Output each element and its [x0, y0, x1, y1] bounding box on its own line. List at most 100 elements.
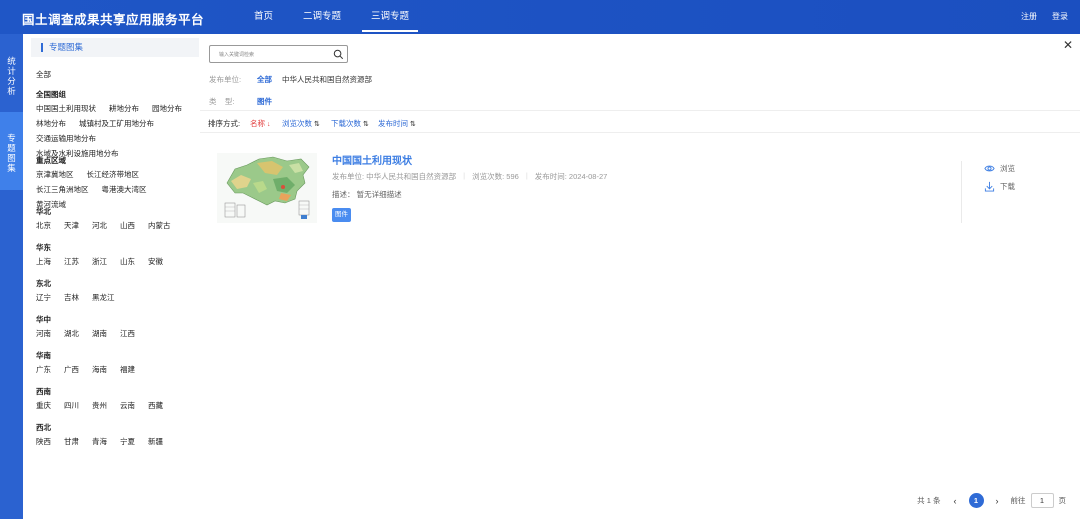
chevron-right-icon[interactable]: › — [996, 496, 999, 506]
chevron-left-icon[interactable]: ‹ — [954, 496, 957, 506]
result-publisher: 发布单位: 中华人民共和国自然资源部 — [332, 172, 457, 181]
list-item[interactable]: 河南 — [36, 326, 51, 341]
group-east: 华东 上海 江苏 浙江 山东 安徽 — [36, 242, 201, 269]
nav-home[interactable]: 首页 — [245, 0, 282, 34]
list-item[interactable]: 四川 — [64, 398, 79, 413]
sort-downloads-label: 下载次数 — [331, 119, 361, 128]
list-item[interactable]: 江西 — [120, 326, 135, 341]
list-item[interactable]: 湖北 — [64, 326, 79, 341]
group-title: 华东 — [36, 243, 51, 252]
map-thumbnail[interactable] — [217, 153, 317, 223]
list-item[interactable]: 长江三角洲地区 — [36, 182, 89, 197]
list-item[interactable]: 城镇村及工矿用地分布 — [79, 116, 154, 131]
list-item[interactable]: 黑龙江 — [92, 290, 115, 305]
result-description: 描述： 暂无详细描述 — [332, 190, 402, 199]
list-item[interactable]: 新疆 — [148, 434, 163, 449]
sort-time-label: 发布时间 — [378, 119, 408, 128]
main-content: ✕ 输入关键词检索 发布单位: 全部 中华人民共和国自然资源部 类 型: 图件 … — [200, 34, 1080, 519]
list-item[interactable]: 京津冀地区 — [36, 167, 74, 182]
list-item[interactable]: 广东 — [36, 362, 51, 377]
list-item[interactable]: 重庆 — [36, 398, 51, 413]
pagination: 共 1 条 ‹ 1 › 前往 1 页 — [917, 493, 1066, 508]
auth-links: 注册 登录 — [1021, 0, 1068, 34]
list-item[interactable]: 上海 — [36, 254, 51, 269]
list-item[interactable]: 云南 — [120, 398, 135, 413]
meta-divider: | — [525, 171, 528, 180]
list-item[interactable]: 湖南 — [92, 326, 107, 341]
publisher-option-mnr[interactable]: 中华人民共和国自然资源部 — [282, 74, 372, 85]
download-label: 下载 — [1000, 182, 1015, 191]
sidebar-item-all[interactable]: 全部 — [36, 69, 51, 80]
publisher-filter-label: 发布单位: — [209, 75, 242, 84]
sort-by-downloads[interactable]: 下载次数 ⇅ — [331, 118, 369, 129]
list-item[interactable]: 安徽 — [148, 254, 163, 269]
sort-name-label: 名称 — [250, 119, 265, 128]
group-title: 西北 — [36, 423, 51, 432]
nav-second-survey[interactable]: 二调专题 — [294, 0, 350, 34]
main-nav: 首页 二调专题 三调专题 — [245, 0, 430, 34]
list-item[interactable]: 辽宁 — [36, 290, 51, 305]
sort-views-label: 浏览次数 — [282, 119, 312, 128]
list-item[interactable]: 海南 — [92, 362, 107, 377]
sidebar-title-bar: 专题图集 — [31, 38, 199, 57]
card-divider — [961, 161, 962, 223]
rail-tab-atlas[interactable]: 专题图集 — [0, 112, 23, 190]
page-number-current[interactable]: 1 — [968, 493, 984, 508]
list-item[interactable]: 林地分布 — [36, 116, 66, 131]
group-southwest: 西南 重庆 四川 贵州 云南 西藏 — [36, 386, 201, 413]
goto-label: 前往 — [1010, 496, 1026, 505]
result-meta: 发布单位: 中华人民共和国自然资源部 | 浏览次数: 596 | 发布时间: 2… — [332, 171, 607, 182]
list-item[interactable]: 北京 — [36, 218, 51, 233]
nav-third-survey[interactable]: 三调专题 — [362, 0, 419, 34]
close-icon[interactable]: ✕ — [1063, 38, 1073, 52]
group-key-regions: 重点区域 京津冀地区 长江经济带地区 长江三角洲地区 粤港澳大湾区 黄河流域 — [36, 155, 201, 212]
download-button[interactable]: 下载 — [984, 181, 1015, 192]
list-item[interactable]: 天津 — [64, 218, 79, 233]
list-item[interactable]: 江苏 — [64, 254, 79, 269]
list-item[interactable]: 山西 — [120, 218, 135, 233]
list-item[interactable]: 内蒙古 — [148, 218, 171, 233]
register-link[interactable]: 注册 — [1021, 0, 1037, 34]
list-item[interactable]: 交通运输用地分布 — [36, 131, 96, 146]
login-link[interactable]: 登录 — [1052, 0, 1068, 34]
list-item[interactable]: 吉林 — [64, 290, 79, 305]
search-icon[interactable] — [333, 49, 344, 60]
sort-by-views[interactable]: 浏览次数 ⇅ — [282, 118, 320, 129]
list-item[interactable]: 中国国土利用现状 — [36, 101, 96, 116]
result-views: 浏览次数: 596 — [472, 172, 519, 181]
goto-page-input[interactable]: 1 — [1030, 493, 1054, 508]
view-button[interactable]: 浏览 — [984, 163, 1015, 174]
publisher-option-all[interactable]: 全部 — [257, 74, 272, 85]
list-item[interactable]: 青海 — [92, 434, 107, 449]
list-item[interactable]: 河北 — [92, 218, 107, 233]
list-item[interactable]: 园地分布 — [152, 101, 182, 116]
group-south: 华南 广东 广西 海南 福建 — [36, 350, 201, 377]
result-title-link[interactable]: 中国国土利用现状 — [332, 152, 412, 167]
group-title: 全国图组 — [36, 90, 66, 99]
sort-by-time[interactable]: 发布时间 ⇅ — [378, 118, 416, 129]
list-item[interactable]: 长江经济带地区 — [87, 167, 140, 182]
search-placeholder: 输入关键词检索 — [219, 52, 255, 58]
search-input[interactable]: 输入关键词检索 — [209, 45, 348, 63]
list-item[interactable]: 宁夏 — [120, 434, 135, 449]
group-title: 重点区域 — [36, 156, 66, 165]
sidebar-title: 专题图集 — [41, 43, 83, 52]
type-option-map[interactable]: 图件 — [257, 96, 272, 107]
sort-by-name[interactable]: 名称 ↓ — [250, 118, 271, 129]
view-label: 浏览 — [1000, 164, 1015, 173]
sort-toggle-icon: ⇅ — [314, 121, 320, 128]
list-item[interactable]: 广西 — [64, 362, 79, 377]
list-item[interactable]: 浙江 — [92, 254, 107, 269]
rail-tab-statistics[interactable]: 统计分析 — [0, 34, 23, 112]
list-item[interactable]: 甘肃 — [64, 434, 79, 449]
pagination-total: 共 1 条 — [917, 496, 941, 505]
list-item[interactable]: 贵州 — [92, 398, 107, 413]
list-item[interactable]: 粤港澳大湾区 — [102, 182, 147, 197]
group-title: 华南 — [36, 351, 51, 360]
list-item[interactable]: 山东 — [120, 254, 135, 269]
list-item[interactable]: 耕地分布 — [109, 101, 139, 116]
list-item[interactable]: 陕西 — [36, 434, 51, 449]
group-northeast: 东北 辽宁 吉林 黑龙江 — [36, 278, 201, 305]
list-item[interactable]: 西藏 — [148, 398, 163, 413]
list-item[interactable]: 福建 — [120, 362, 135, 377]
